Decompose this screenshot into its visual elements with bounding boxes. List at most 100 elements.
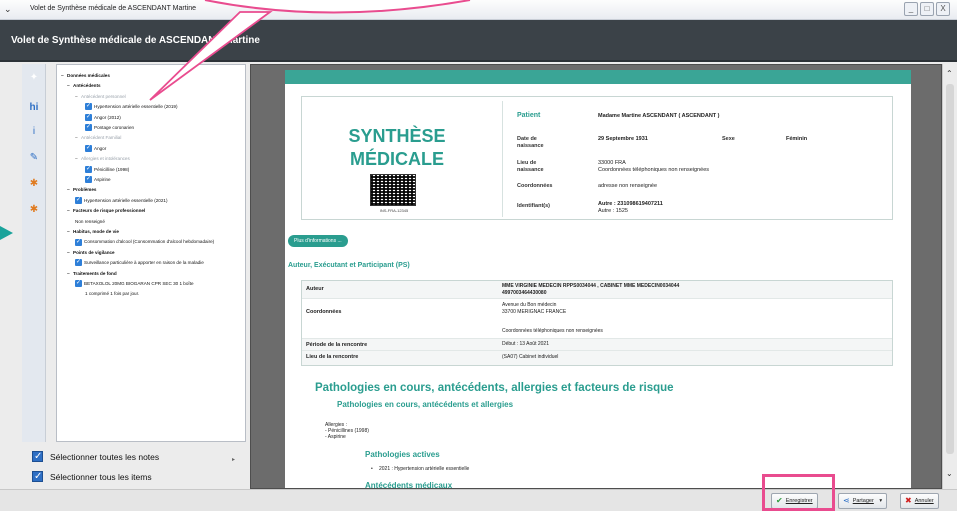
author-address-line1: Avenue du Bon médecin (502, 302, 557, 308)
checkbox-icon[interactable] (85, 112, 92, 122)
page-title: Volet de Synthèse médicale de ASCENDANT … (11, 35, 260, 46)
tree-item-label: Aspirine (94, 177, 111, 182)
tree-item[interactable]: Surveillance particulière à apporter en … (75, 257, 204, 268)
scroll-thumb[interactable] (946, 84, 954, 454)
tree-item-label: Pénicilline (1998) (94, 166, 130, 172)
document-title: SYNTHÈSE MÉDICALE (302, 125, 492, 171)
actors-section-title: Auteur, Exécutant et Participant (PS) (288, 262, 410, 269)
card-separator (502, 101, 503, 217)
place-label: Lieu de la rencontre (306, 354, 359, 360)
panel-scroll-arrow-icon[interactable]: ▸ (232, 456, 235, 463)
tree-item[interactable]: − Traitements de fond (67, 269, 117, 279)
close-button[interactable]: X (936, 2, 950, 16)
bullet-icon: • (371, 466, 373, 472)
cancel-button[interactable]: ✖ Annuler (900, 493, 939, 509)
tree-item[interactable]: Pontage coronarien (85, 122, 135, 133)
identifiers-label: Identifiant(s) (517, 203, 550, 209)
checkbox-icon[interactable] (75, 237, 82, 247)
tree-item-label: Habitus, mode de vie (73, 229, 119, 234)
tree-item-label: Facteurs de risque professionnel (73, 208, 146, 214)
checkbox-icon[interactable] (85, 101, 92, 111)
tree-item[interactable]: Angor (85, 143, 107, 154)
tree-item-label: 1 comprimé 1 fois par jour. (85, 291, 140, 297)
tree-item[interactable]: − Problèmes (67, 185, 97, 195)
pathologies-section-title: Pathologies en cours, antécédents, aller… (315, 382, 674, 394)
tree-item[interactable]: Consommation d'alcool (Consommation d'al… (75, 237, 214, 247)
pob-label: Lieu de naissance (517, 160, 544, 173)
tree-item[interactable]: − Allergies et intolérances (75, 154, 130, 164)
page-header: Volet de Synthèse médicale de ASCENDANT … (0, 20, 957, 62)
author-value-line2: 4997003464430080 (502, 290, 547, 296)
tree-item[interactable]: Hypertension artérielle essentielle (201… (85, 101, 178, 112)
medical-data-tree: − Données médicales − Antécédents − Antécéden… (56, 64, 246, 442)
tree-item[interactable]: − Points de vigilance (67, 248, 115, 258)
datamatrix-code (370, 174, 416, 206)
scroll-down-icon[interactable]: ⌄ (946, 469, 953, 478)
window-title: Volet de Synthèse médicale de ASCENDANT … (30, 5, 197, 12)
home-icon[interactable]: ✦ (26, 70, 42, 86)
allergy-item: - Aspirine (325, 434, 346, 440)
author-address-line2: 33700 MERIGNAC FRANCE (502, 309, 567, 315)
checkbox-icon[interactable] (75, 257, 82, 267)
checkbox-icon[interactable] (85, 164, 92, 174)
minimize-button[interactable]: _ (904, 2, 918, 16)
window-titlebar: ⌄ Volet de Synthèse médicale de ASCENDAN… (0, 0, 957, 20)
patient-card: SYNTHÈSE MÉDICALE INS-FRA-12345 Patient … (301, 96, 893, 220)
tree-item[interactable]: Hypertension artérielle essentielle (202… (75, 195, 168, 206)
maximize-button[interactable]: □ (920, 2, 934, 16)
tree-item[interactable]: Non renseigné (75, 217, 105, 227)
period-label: Période de la rencontre (306, 342, 368, 348)
document-top-bar (285, 70, 911, 84)
tree-item[interactable]: − Antécédent personnel (75, 92, 126, 102)
app-window: ⌄ Volet de Synthèse médicale de ASCENDAN… (0, 0, 957, 511)
share-button[interactable]: ⋖ Partager ▾ (838, 493, 888, 509)
tree-item-label: Surveillance particulière à apporter en … (84, 260, 204, 266)
checkbox-icon[interactable] (85, 143, 92, 153)
coordinates-value: adresse non renseignée (598, 183, 658, 189)
star-icon[interactable]: ✱ (26, 176, 42, 192)
viewer-scrollbar[interactable]: ⌃ ⌄ (942, 64, 956, 489)
checkbox-icon[interactable] (75, 195, 82, 205)
tree-item[interactable]: Angor (2012) (85, 112, 121, 123)
share-icon: ⋖ (843, 496, 850, 505)
checkbox-icon[interactable] (85, 174, 92, 184)
chart-icon[interactable]: hi (26, 100, 42, 116)
tree-item-label: Points de vigilance (73, 249, 115, 255)
asterisk-icon[interactable]: ✱ (26, 202, 42, 218)
tree-item-label: Allergies et intolérances (81, 156, 130, 162)
info-icon[interactable]: i (26, 124, 42, 140)
tree-item-label: Pontage coronarien (94, 125, 135, 130)
medical-history-title: Antécédents médicaux (365, 481, 453, 489)
tree-item[interactable]: Pénicilline (1998) (85, 164, 130, 175)
checkbox-icon[interactable] (85, 122, 92, 132)
tree-item-label: Antécédent Familial (81, 135, 122, 141)
tree-item[interactable]: 1 comprimé 1 fois par jour. (85, 289, 139, 299)
identifier-value-1: Autre : 231098619407211 (598, 201, 663, 207)
system-menu-icon[interactable]: ⌄ (4, 4, 12, 15)
tree-item-label: Angor (94, 145, 107, 151)
more-info-button[interactable]: Plus d'informations ... (288, 235, 348, 247)
pathologies-subsection-title: Pathologies en cours, antécédents et all… (337, 400, 514, 409)
tree-item[interactable]: − Antécédent Familial (75, 133, 121, 143)
tree-item[interactable]: Aspirine (85, 174, 111, 185)
checkbox-icon[interactable] (75, 278, 82, 288)
scroll-up-icon[interactable]: ⌃ (946, 69, 953, 78)
tree-item[interactable]: BETAXOLOL 20MG BIOGARAN CPR SEC 30 1 boî… (75, 278, 194, 289)
active-pathologies-title: Pathologies actives (365, 450, 440, 459)
tree-item-label: Antécédents (73, 83, 101, 89)
place-value: (SA07) Cabinet individuel (502, 354, 559, 360)
table-row: Période de la rencontre Début : 13 Août … (302, 339, 892, 351)
tree-item[interactable]: − Données médicales (61, 71, 110, 81)
tree-item[interactable]: − Antécédents (67, 81, 101, 91)
select-all-notes-checkbox[interactable]: Sélectionner toutes les notes (32, 449, 159, 465)
select-all-items-checkbox[interactable]: Sélectionner tous les items (32, 469, 152, 485)
pen-icon[interactable]: ✎ (26, 150, 42, 166)
tree-item-label: BETAXOLOL 20MG BIOGARAN CPR SEC 30 1 boî… (84, 281, 194, 286)
cancel-label: Annuler (914, 498, 934, 504)
tree-item[interactable]: − Facteurs de risque professionnel (67, 206, 145, 216)
tree-item[interactable]: − Habitus, mode de vie (67, 227, 119, 237)
author-label: Auteur (306, 286, 324, 292)
patient-value: Madame Martine ASCENDANT ( ASCENDANT ) (598, 113, 720, 119)
tree-item-label: Traitements de fond (73, 270, 117, 276)
table-row: Auteur MME VIRGINIE MEDECIN RPPS0034044 … (302, 281, 892, 299)
